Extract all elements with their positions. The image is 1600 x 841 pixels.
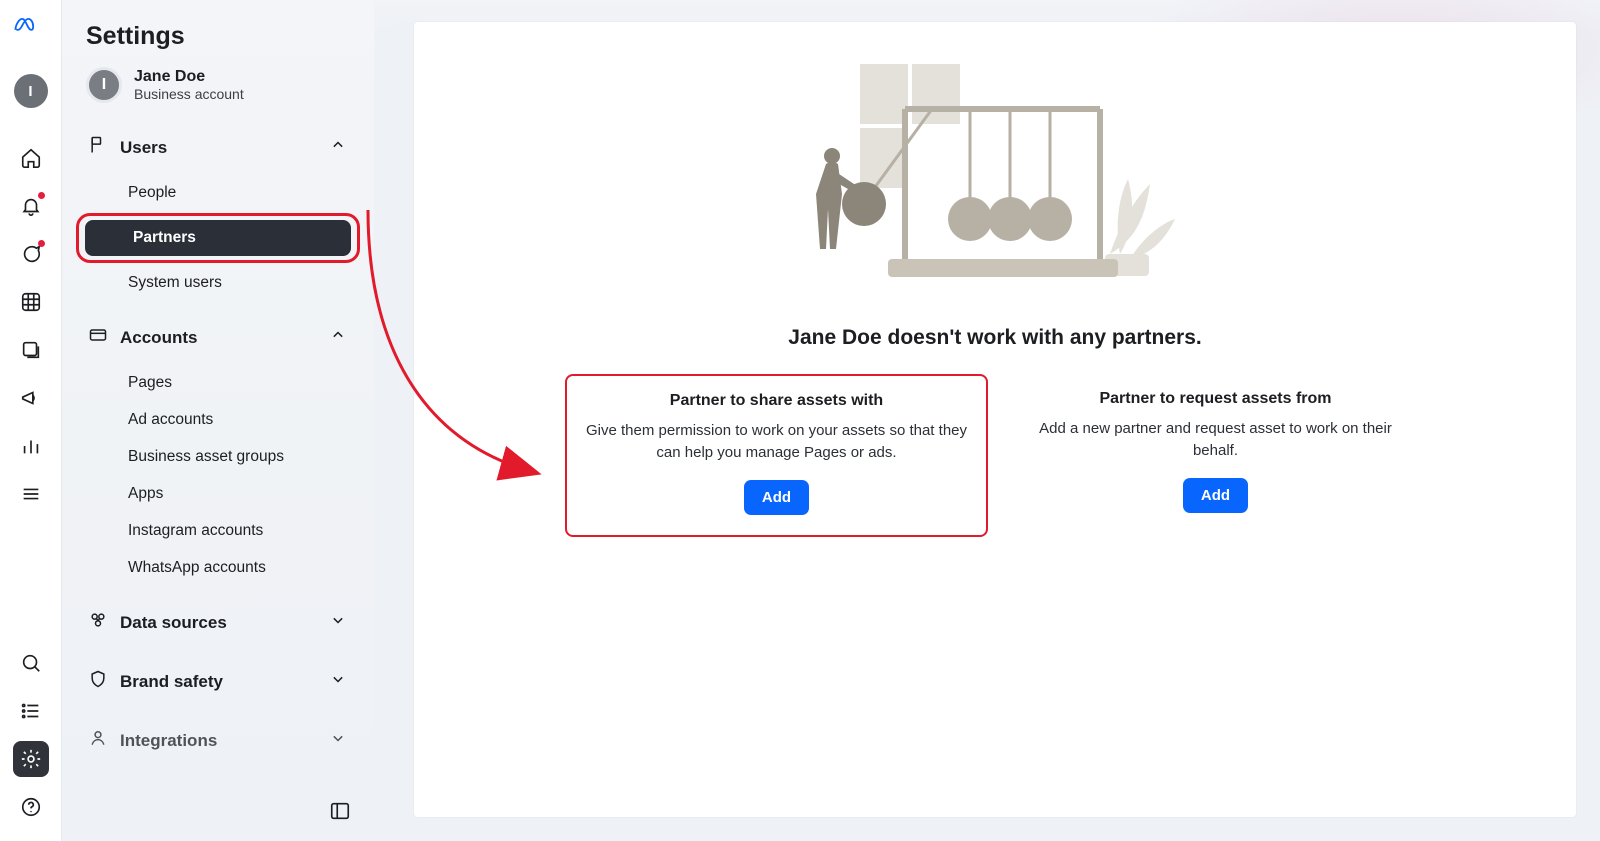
card-body: Add a new partner and request asset to w…: [1022, 418, 1409, 462]
account-subtitle: Business account: [134, 86, 244, 102]
shield-icon: [88, 669, 108, 694]
sidebar-section-data-sources[interactable]: Data sources: [76, 596, 360, 649]
account-avatar: I: [86, 67, 122, 103]
help-icon[interactable]: [13, 789, 49, 825]
left-rail: I: [0, 0, 62, 841]
sidebar-item-apps[interactable]: Apps: [80, 476, 356, 512]
card-partner-request: Partner to request assets from Add a new…: [1006, 374, 1425, 537]
search-icon[interactable]: [13, 645, 49, 681]
card-title: Partner to share assets with: [583, 392, 970, 410]
gear-icon[interactable]: [13, 741, 49, 777]
sidebar-item-system-users[interactable]: System users: [80, 265, 356, 301]
page-title: Settings: [86, 22, 350, 51]
annotation-highlight-partners: Partners: [76, 213, 360, 263]
chevron-up-icon: [328, 135, 348, 160]
sidebar-item-whatsapp-accounts[interactable]: WhatsApp accounts: [80, 550, 356, 586]
partner-options: Partner to share assets with Give them p…: [565, 374, 1425, 537]
bell-icon[interactable]: [13, 188, 49, 224]
sidebar-item-ad-accounts[interactable]: Ad accounts: [80, 402, 356, 438]
sidebar-item-instagram-accounts[interactable]: Instagram accounts: [80, 513, 356, 549]
empty-state-illustration: [810, 54, 1180, 304]
sidebar-section-integrations[interactable]: Integrations: [76, 714, 360, 767]
chevron-down-icon: [328, 728, 348, 753]
sidebar-item-pages[interactable]: Pages: [80, 365, 356, 401]
main-area: Jane Doe doesn't work with any partners.…: [374, 0, 1600, 841]
home-icon[interactable]: [13, 140, 49, 176]
sidebar-section-brand-safety[interactable]: Brand safety: [76, 655, 360, 708]
add-partner-request-button[interactable]: Add: [1183, 478, 1248, 513]
menu-icon[interactable]: [13, 476, 49, 512]
chat-icon[interactable]: [13, 236, 49, 272]
content-panel: Jane Doe doesn't work with any partners.…: [414, 22, 1576, 817]
megaphone-icon[interactable]: [13, 380, 49, 416]
meta-logo[interactable]: [13, 14, 49, 50]
sidebar-section-label: Data sources: [120, 613, 227, 633]
rail-avatar[interactable]: I: [14, 74, 48, 108]
panel-left-gutter: [394, 22, 414, 817]
sidebar-item-business-asset-groups[interactable]: Business asset groups: [80, 439, 356, 475]
chevron-down-icon: [328, 610, 348, 635]
users-flag-icon: [88, 135, 108, 160]
account-switcher[interactable]: I Jane Doe Business account: [76, 65, 360, 121]
chevron-up-icon: [328, 325, 348, 350]
settings-sidebar: Settings I Jane Doe Business account Use…: [62, 0, 374, 841]
sidebar-section-label: Brand safety: [120, 672, 223, 692]
chevron-down-icon: [328, 669, 348, 694]
sidebar-item-partners[interactable]: Partners: [85, 220, 351, 256]
accounts-icon: [88, 325, 108, 350]
empty-state-title: Jane Doe doesn't work with any partners.: [788, 326, 1201, 350]
sidebar-section-users[interactable]: Users: [76, 121, 360, 174]
collapse-sidebar-button[interactable]: [324, 795, 356, 827]
sidebar-section-label: Accounts: [120, 328, 197, 348]
account-name: Jane Doe: [134, 68, 244, 86]
person-icon: [88, 728, 108, 753]
list-icon[interactable]: [13, 693, 49, 729]
card-partner-share: Partner to share assets with Give them p…: [565, 374, 988, 537]
card-body: Give them permission to work on your ass…: [583, 420, 970, 464]
grid-icon[interactable]: [13, 284, 49, 320]
sidebar-section-accounts[interactable]: Accounts: [76, 311, 360, 364]
data-sources-icon: [88, 610, 108, 635]
sidebar-section-label: Integrations: [120, 731, 217, 751]
sidebar-section-label: Users: [120, 138, 167, 158]
add-partner-share-button[interactable]: Add: [744, 480, 809, 515]
card-title: Partner to request assets from: [1022, 390, 1409, 408]
bar-chart-icon[interactable]: [13, 428, 49, 464]
sidebar-item-people[interactable]: People: [80, 175, 356, 211]
layers-icon[interactable]: [13, 332, 49, 368]
